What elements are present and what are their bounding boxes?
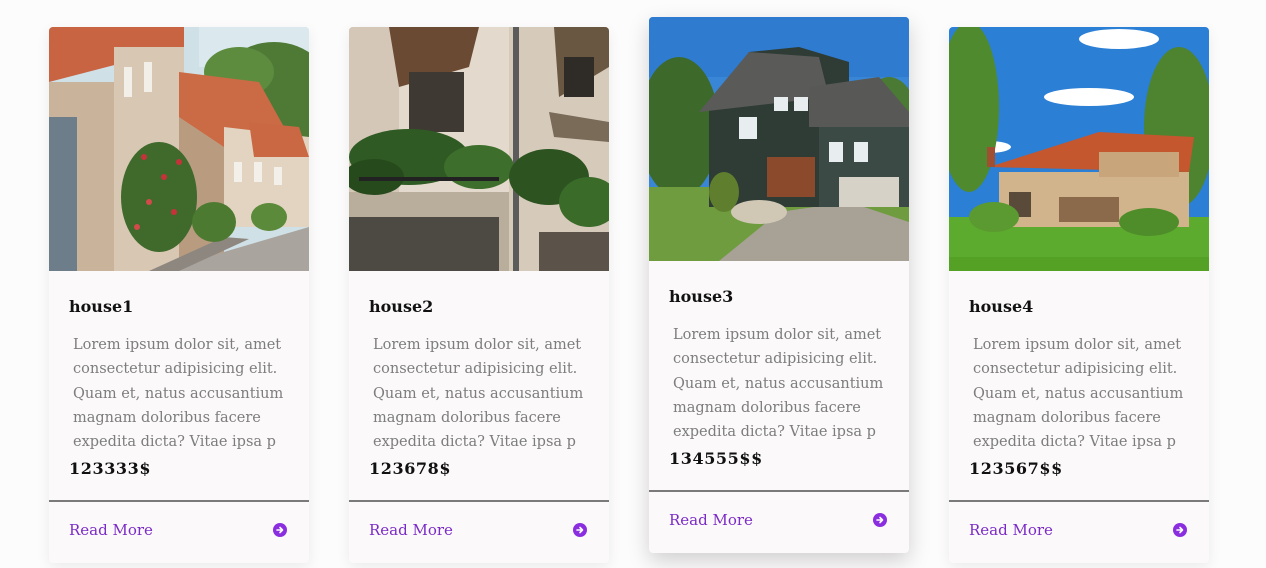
house1-photo	[49, 27, 309, 271]
house-card-1: house1 Lorem ipsum dolor sit, amet conse…	[49, 27, 309, 563]
house-description: Lorem ipsum dolor sit, amet consectetur …	[73, 337, 284, 451]
house-price: 134555$$	[669, 449, 763, 468]
house-title: house2	[369, 297, 434, 316]
card-divider	[349, 500, 609, 502]
house-card-2: house2 Lorem ipsum dolor sit, amet conse…	[349, 27, 609, 563]
read-more-link[interactable]: Read More	[669, 511, 753, 529]
arrow-right-icon[interactable]	[873, 513, 887, 527]
house-description: Lorem ipsum dolor sit, amet consectetur …	[373, 337, 584, 451]
house2-photo	[349, 27, 609, 271]
read-more-link[interactable]: Read More	[69, 521, 153, 539]
card-divider	[949, 500, 1209, 502]
house-price: 123678$	[369, 459, 452, 478]
read-more-link[interactable]: Read More	[969, 521, 1053, 539]
house-price: 123333$	[69, 459, 152, 478]
house-title: house3	[669, 287, 734, 306]
house-title: house1	[69, 297, 134, 316]
house-card-4: house4 Lorem ipsum dolor sit, amet conse…	[949, 27, 1209, 563]
card-divider	[49, 500, 309, 502]
arrow-right-icon[interactable]	[1173, 523, 1187, 537]
arrow-right-icon[interactable]	[573, 523, 587, 537]
card-divider	[649, 490, 909, 492]
house-description: Lorem ipsum dolor sit, amet consectetur …	[673, 327, 884, 441]
house3-photo	[649, 17, 909, 261]
house-title: house4	[969, 297, 1034, 316]
house4-photo	[949, 27, 1209, 271]
house-price: 123567$$	[969, 459, 1063, 478]
arrow-right-icon[interactable]	[273, 523, 287, 537]
read-more-link[interactable]: Read More	[369, 521, 453, 539]
house-description: Lorem ipsum dolor sit, amet consectetur …	[973, 337, 1184, 451]
house-card-3: house3 Lorem ipsum dolor sit, amet conse…	[649, 17, 909, 553]
